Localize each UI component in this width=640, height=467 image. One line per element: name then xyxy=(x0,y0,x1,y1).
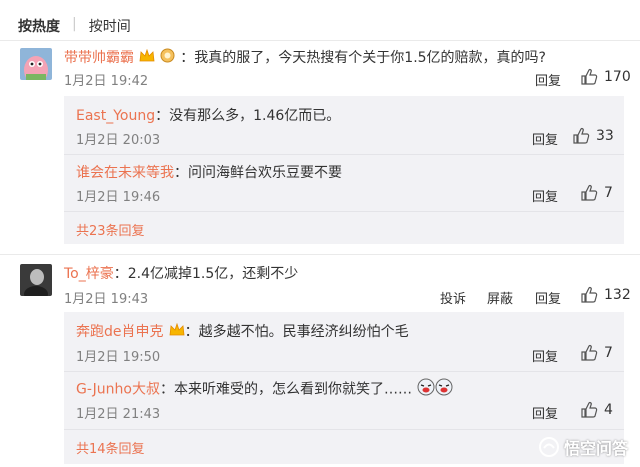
tab-separator: | xyxy=(72,16,77,32)
sort-tabs: 按热度 | 按时间 xyxy=(18,16,131,36)
commenter-name[interactable]: 带带帅霸霸 xyxy=(64,50,134,66)
reply-button[interactable]: 回复 xyxy=(532,186,558,205)
like-count: 7 xyxy=(604,345,613,361)
like-count: 7 xyxy=(604,185,613,201)
thumbs-up-icon xyxy=(581,345,598,361)
like-count: 33 xyxy=(596,128,614,144)
reply-time: 1月2日 19:50 xyxy=(76,350,161,365)
reply-divider xyxy=(64,371,624,372)
tab-by-popularity[interactable]: 按热度 xyxy=(18,16,60,36)
reply-text: ：越多越不怕。民事经济纠纷怕个毛 xyxy=(184,324,409,340)
reply-author[interactable]: East_Young xyxy=(76,108,155,124)
like-button[interactable]: 33 xyxy=(572,127,614,145)
reply-author[interactable]: 奔跑de肖申克 xyxy=(76,324,164,340)
thumbs-up-icon xyxy=(581,402,598,418)
avatar-patrick-image xyxy=(20,48,52,80)
comment-time: 1月2日 19:42 xyxy=(64,74,149,89)
avatar[interactable] xyxy=(20,48,52,80)
like-button[interactable]: 7 xyxy=(580,184,613,202)
like-button[interactable]: 170 xyxy=(580,68,631,86)
reply-time: 1月2日 21:43 xyxy=(76,407,161,422)
reply-author[interactable]: 谁会在未来等我 xyxy=(76,165,174,181)
avatar[interactable] xyxy=(20,264,52,296)
reply-button[interactable]: 回复 xyxy=(532,346,558,365)
replies-box: East_Young：没有那么多，1.46亿而已。 1月2日 20:03 回复 … xyxy=(64,96,624,244)
like-count: 132 xyxy=(604,287,631,303)
thumbs-up-icon xyxy=(581,185,598,201)
thumbs-up-icon xyxy=(581,287,598,303)
reply-divider xyxy=(64,154,624,155)
comment-line: To_梓豪：2.4亿减掉1.5亿，还剩不少 xyxy=(64,263,298,283)
reply-text: ：没有那么多，1.46亿而已。 xyxy=(155,108,341,124)
reply-divider xyxy=(64,429,624,430)
laughing-face-emoji-icon xyxy=(417,378,435,400)
thumbs-up-icon xyxy=(581,69,598,85)
comment-text: ：我真的服了，今天热搜有个关于你1.5亿的赔款，真的吗? xyxy=(180,50,546,66)
reply-text: ：问问海鲜台欢乐豆要不要 xyxy=(174,165,342,181)
reply-time: 1月2日 19:46 xyxy=(76,190,161,205)
more-replies-link[interactable]: 共14条回复 xyxy=(76,438,145,457)
block-button[interactable]: 屏蔽 xyxy=(487,288,513,307)
reply-author[interactable]: G-Junho大叔 xyxy=(76,382,160,398)
reply-line: 谁会在未来等我：问问海鲜台欢乐豆要不要 xyxy=(76,162,342,182)
more-replies-link[interactable]: 共23条回复 xyxy=(76,220,145,239)
tab-by-time[interactable]: 按时间 xyxy=(89,16,131,36)
report-button[interactable]: 投诉 xyxy=(440,288,466,307)
wukong-logo-icon xyxy=(538,437,559,457)
like-button[interactable]: 4 xyxy=(580,401,613,419)
reply-line: 奔跑de肖申克 ：越多越不怕。民事经济纠纷怕个毛 xyxy=(76,321,409,341)
laughing-face-emoji-icon xyxy=(435,378,453,400)
reply-button[interactable]: 回复 xyxy=(532,403,558,422)
like-count: 170 xyxy=(604,69,631,85)
vip-crown-icon xyxy=(139,48,155,67)
reply-line: G-Junho大叔：本来听难受的，怎么看到你就笑了…… xyxy=(76,378,453,400)
fan-badge-icon xyxy=(160,48,175,67)
reply-line: East_Young：没有那么多，1.46亿而已。 xyxy=(76,105,340,125)
reply-divider xyxy=(64,211,624,212)
comment-text: ：2.4亿减掉1.5亿，还剩不少 xyxy=(113,266,299,282)
comment-line: 带带帅霸霸 ：我真的服了，今天热搜有个关于你1.5亿的赔款，真的吗? xyxy=(64,47,546,67)
reply-time: 1月2日 20:03 xyxy=(76,133,161,148)
watermark-text: 悟空问答 xyxy=(563,439,628,458)
comment-divider xyxy=(0,254,640,255)
reply-button[interactable]: 回复 xyxy=(532,129,558,148)
comment-time: 1月2日 19:43 xyxy=(64,292,149,307)
commenter-name[interactable]: To_梓豪 xyxy=(64,266,114,282)
like-count: 4 xyxy=(604,402,613,418)
like-button[interactable]: 132 xyxy=(580,286,631,304)
thumbs-up-icon xyxy=(573,128,590,144)
tabs-divider xyxy=(0,40,640,41)
reply-text: ：本来听难受的，怎么看到你就笑了…… xyxy=(160,381,412,398)
reply-button[interactable]: 回复 xyxy=(535,288,561,307)
vip-crown-icon xyxy=(169,322,185,341)
reply-button[interactable]: 回复 xyxy=(535,70,561,89)
avatar-photo-image xyxy=(20,264,52,296)
watermark: 悟空问答 xyxy=(538,435,628,459)
like-button[interactable]: 7 xyxy=(580,344,613,362)
